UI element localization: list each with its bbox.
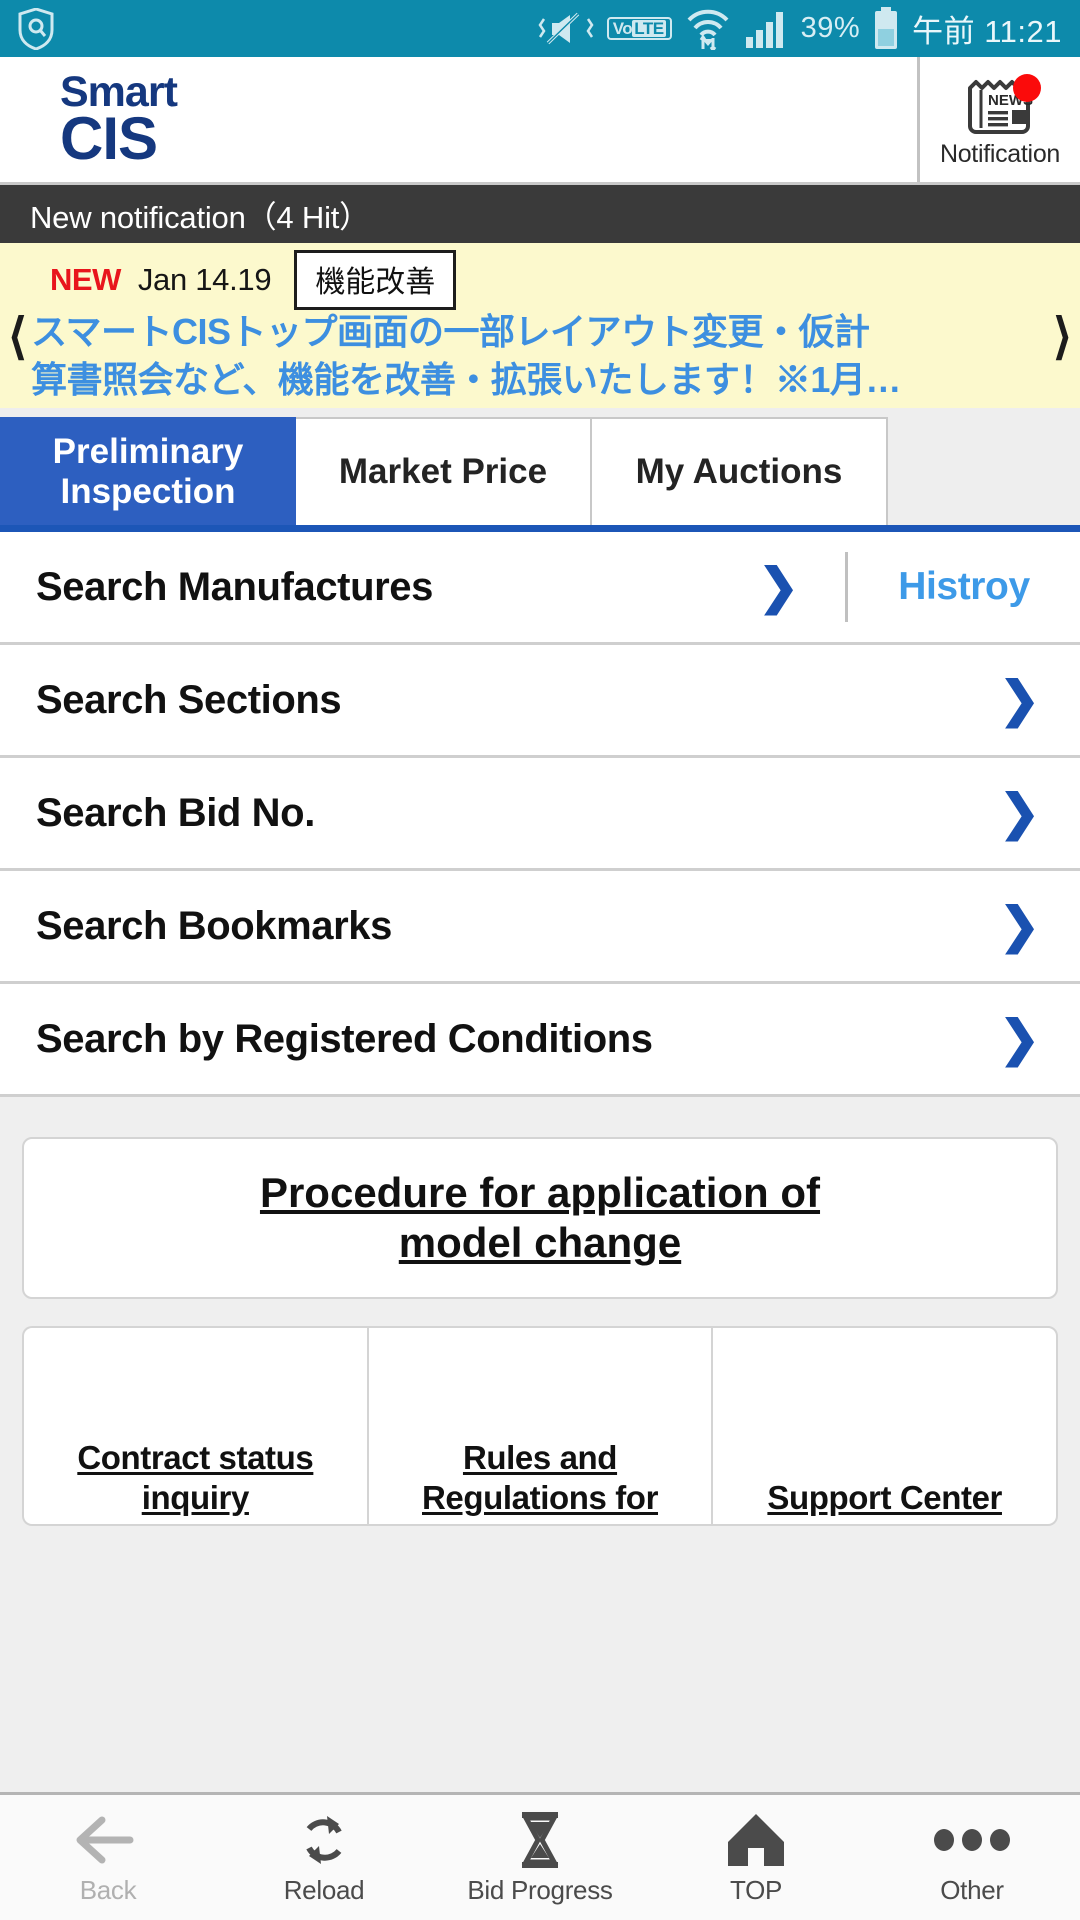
procedure-model-change-link: Procedure for application of model chang… [260,1168,820,1267]
new-label: NEW [50,262,121,297]
list-item-label: Search Manufactures [36,564,433,609]
nav-other-button[interactable]: Other [864,1809,1080,1906]
chevron-right-icon[interactable]: ❯ [999,1014,1080,1064]
list-item-label: Search Bookmarks [36,903,393,948]
chevron-right-icon[interactable]: ❯ [999,901,1080,951]
battery-icon [873,6,899,51]
list-item-search-sections[interactable]: Search Sections ❯ [0,645,1080,758]
new-notification-text: New notification（4 Hit） [30,199,370,235]
status-bar-right: Vo LTE 39% 午前 11:21 [538,6,1062,51]
list-item-label: Search by Registered Conditions [36,1016,653,1061]
notification-button[interactable]: NEWS Notification [917,57,1080,182]
hourglass-icon [515,1809,565,1871]
new-badge-dot [1013,74,1041,102]
bottom-navigation-bar: Back Reload Bid Progress TOP Other [0,1792,1080,1920]
chevron-right-icon[interactable]: ❯ [758,562,799,612]
chevron-right-icon[interactable]: ⟩ [1053,308,1072,362]
announcement-meta: NEW Jan 14.19 機能改善 [0,250,1080,310]
list-item-search-bookmarks[interactable]: Search Bookmarks ❯ [0,871,1080,984]
more-dots-icon [933,1809,1011,1871]
battery-percent: 39% [800,12,861,44]
nav-reload-button[interactable]: Reload [216,1809,432,1906]
nav-top-label: TOP [729,1875,783,1905]
list-item-label: Search Bid No. [36,790,315,835]
announcement-body: ⟨ スマートCISトップ画面の一部レイアウト変更・仮計 算書照会など、機能を改善… [0,308,1080,403]
rules-line-2: Regulations for [422,1478,659,1516]
home-icon [725,1809,787,1871]
announcement-headline-line1: スマートCISトップ画面の一部レイアウト変更・仮計 [31,311,870,352]
app-logo[interactable]: Smart CIS [0,57,178,182]
nav-bid-progress-button[interactable]: Bid Progress [432,1809,648,1906]
vibrate-mute-icon [538,9,594,49]
list-item-search-manufactures[interactable]: Search Manufactures ❯ Histroy [0,532,1080,645]
contract-status-inquiry-link: Contract status inquiry [77,1438,313,1519]
signal-bars-icon [744,9,788,49]
support-center-link: Support Center [767,1478,1002,1518]
refresh-icon [295,1809,353,1871]
nav-reload-label: Reload [283,1875,365,1905]
procedure-line-1: Procedure for application of [259,1169,821,1217]
nav-other-label: Other [940,1875,1004,1905]
app-header: Smart CIS NEWS Notification [0,57,1080,185]
rules-line-1: Rules and [462,1438,618,1476]
wifi-data-icon [685,8,731,50]
news-icon: NEWS [962,74,1041,138]
chevron-right-icon[interactable]: ❯ [999,675,1080,725]
announcement-date: Jan 14.19 [137,262,272,297]
status-bar: Vo LTE 39% 午前 11:21 [0,0,1080,57]
status-bar-clock: 午前 11:21 [912,14,1062,49]
announcement-tag: 機能改善 [294,250,457,310]
announcement-headline[interactable]: スマートCISトップ画面の一部レイアウト変更・仮計 算書照会など、機能を改善・拡… [27,308,1053,403]
tab-market-price[interactable]: Market Price [296,417,592,525]
announcement-headline-line2: 算書照会など、機能を改善・拡張いたします！※1月… [31,358,901,400]
links-section: Procedure for application of model chang… [0,1097,1080,1792]
tab-my-auctions[interactable]: My Auctions [592,417,888,525]
rules-and-regulations-link: Rules and Regulations for [422,1438,658,1519]
tab-preliminary-inspection[interactable]: Preliminary Inspection [0,417,296,525]
list-item-search-registered-conditions[interactable]: Search by Registered Conditions ❯ [0,984,1080,1097]
procedure-line-2: model change [398,1219,682,1266]
nav-top-button[interactable]: TOP [648,1809,864,1906]
shield-search-icon [18,7,54,50]
volte-icon: Vo LTE [606,17,672,40]
list-item-label: Search Sections [36,677,342,722]
contract-status-line-2: inquiry [141,1478,250,1516]
search-list: Search Manufactures ❯ Histroy Search Sec… [0,525,1080,1097]
nav-bid-progress-label: Bid Progress [467,1875,613,1905]
nav-back-button[interactable]: Back [0,1809,216,1906]
support-center-line-1: Support Center [767,1478,1002,1516]
support-center-card[interactable]: Support Center [711,1326,1059,1526]
procedure-model-change-card[interactable]: Procedure for application of model chang… [22,1137,1058,1299]
tab-bar: Preliminary Inspection Market Price My A… [0,408,1080,525]
history-link[interactable]: Histroy [848,565,1080,609]
arrow-left-icon [76,1809,140,1871]
app-root: Vo LTE 39% 午前 11:21 Smart CIS NEWS Notif… [0,0,1080,1920]
chevron-right-icon[interactable]: ❯ [999,788,1080,838]
list-item-search-bid-no[interactable]: Search Bid No. ❯ [0,758,1080,871]
chevron-left-icon[interactable]: ⟨ [8,308,27,362]
status-bar-left [18,7,54,50]
rules-and-regulations-card[interactable]: Rules and Regulations for [366,1326,712,1526]
contract-status-line-1: Contract status [77,1438,314,1476]
notification-label: Notification [939,140,1061,168]
nav-back-label: Back [79,1875,137,1905]
announcement-banner[interactable]: NEW Jan 14.19 機能改善 ⟨ スマートCISトップ画面の一部レイアウ… [0,243,1080,408]
logo-cis-text: CIS [60,105,158,173]
link-card-row: Contract status inquiry Rules and Regula… [22,1326,1059,1526]
new-notification-bar[interactable]: New notification（4 Hit） [0,185,1080,243]
contract-status-inquiry-card[interactable]: Contract status inquiry [22,1326,367,1526]
